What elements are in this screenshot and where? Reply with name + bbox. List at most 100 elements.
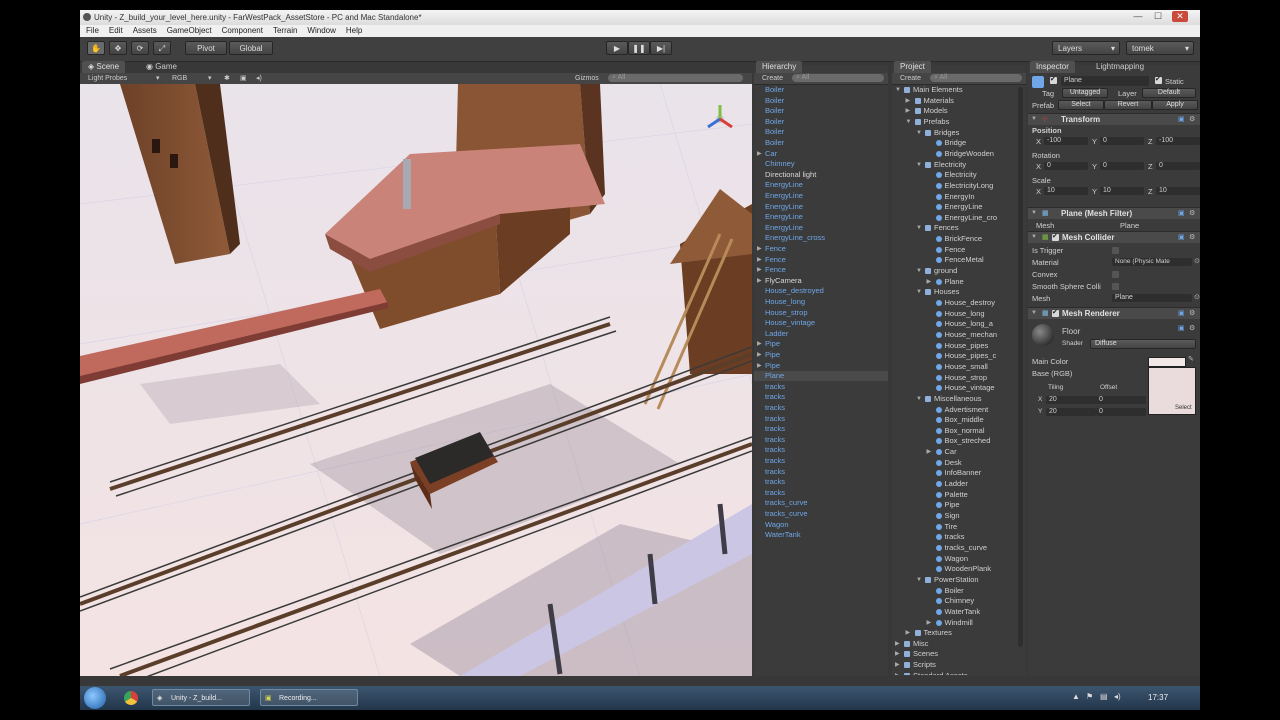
project-folder[interactable]: Materials [914, 96, 954, 106]
hierarchy-item[interactable]: House_long [765, 297, 805, 307]
project-asset[interactable]: Palette [935, 490, 968, 500]
hierarchy-item[interactable]: tracks [765, 424, 785, 434]
hierarchy-item[interactable]: tracks [765, 382, 785, 392]
offset-x-field[interactable]: 0 [1096, 396, 1146, 404]
project-asset[interactable]: WoodenPlank [935, 564, 991, 574]
expand-arrow-icon[interactable]: ▶ [757, 361, 763, 371]
project-asset[interactable]: Pipe [935, 500, 960, 510]
maximize-button[interactable]: ☐ [1150, 11, 1166, 22]
layers-dropdown[interactable]: Layers ▾ [1052, 41, 1120, 55]
project-asset[interactable]: Desk [935, 458, 962, 468]
expand-arrow-icon[interactable]: ▶ [895, 671, 900, 675]
project-create-button[interactable]: Create [900, 73, 921, 84]
project-folder[interactable]: Textures [914, 628, 952, 638]
tab-hierarchy[interactable]: Hierarchy [756, 61, 803, 73]
expand-arrow-icon[interactable]: ▶ [757, 244, 763, 254]
hierarchy-search-input[interactable]: ⌕ All [792, 74, 884, 82]
expand-arrow-icon[interactable]: ▶ [906, 106, 911, 116]
hierarchy-item[interactable]: House_strop [765, 308, 808, 318]
gear-icon[interactable]: ⚙ [1189, 309, 1195, 317]
project-asset[interactable]: Wagon [935, 554, 968, 564]
hierarchy-item[interactable]: tracks [765, 445, 785, 455]
project-asset[interactable]: InfoBanner [935, 468, 981, 478]
project-folder[interactable]: Standard Assets [904, 671, 968, 675]
expand-arrow-icon[interactable]: ▶ [757, 265, 763, 275]
project-asset[interactable]: House_vintage [935, 383, 995, 393]
menu-terrain[interactable]: Terrain [273, 26, 297, 35]
prefab-apply-button[interactable]: Apply [1152, 100, 1198, 110]
hierarchy-item[interactable]: tracks [765, 392, 785, 402]
project-asset[interactable]: Advertisment [935, 405, 988, 415]
hierarchy-item[interactable]: Boiler [765, 96, 784, 106]
project-folder[interactable]: ground [925, 266, 957, 276]
project-folder[interactable]: Houses [925, 287, 959, 297]
taskbar-recording-window[interactable]: ▣ Recording... [260, 689, 358, 706]
hierarchy-item[interactable]: EnergyLine [765, 223, 803, 233]
project-asset[interactable]: House_small [935, 362, 988, 372]
scale-tool-button[interactable]: ⤢ [153, 41, 171, 55]
menu-gameobject[interactable]: GameObject [167, 26, 212, 35]
pause-button[interactable]: ❚❚ [628, 41, 650, 55]
hierarchy-item[interactable]: Boiler [765, 138, 784, 148]
base-texture-slot[interactable]: Select [1148, 367, 1196, 415]
mesh-filter-header[interactable]: ▼ ▦ Plane (Mesh Filter) ▣ ⚙ [1028, 207, 1200, 219]
expand-arrow-icon[interactable]: ▶ [927, 618, 932, 628]
hierarchy-item[interactable]: Wagon [765, 520, 789, 530]
hierarchy-item[interactable]: Boiler [765, 106, 784, 116]
hierarchy-item[interactable]: Car [765, 149, 777, 159]
project-asset[interactable]: House_long_a [935, 319, 993, 329]
taskbar-unity-window[interactable]: ◈ Unity - Z_build... [152, 689, 250, 706]
is-trigger-checkbox[interactable] [1112, 247, 1119, 254]
project-asset[interactable]: Box_middle [935, 415, 984, 425]
collapse-arrow-icon[interactable]: ▼ [895, 85, 901, 95]
collapse-arrow-icon[interactable]: ▼ [906, 117, 912, 127]
gear-icon[interactable]: ⚙ [1189, 115, 1195, 123]
project-asset[interactable]: House_strop [935, 373, 987, 383]
scene-search-input[interactable]: ⌕ All [608, 74, 743, 82]
play-button[interactable]: ▶ [606, 41, 628, 55]
flag-icon[interactable]: ⚑ [1086, 692, 1093, 701]
project-asset[interactable]: House_pipes_c [935, 351, 996, 361]
object-picker-icon[interactable]: ⊙ [1194, 293, 1200, 301]
menu-edit[interactable]: Edit [109, 26, 123, 35]
collapse-arrow-icon[interactable]: ▼ [916, 160, 922, 170]
menu-help[interactable]: Help [346, 26, 362, 35]
project-folder[interactable]: Models [914, 106, 948, 116]
hierarchy-item[interactable]: tracks [765, 414, 785, 424]
project-scrollbar[interactable] [1018, 87, 1023, 647]
active-checkbox[interactable] [1050, 75, 1057, 84]
project-asset[interactable]: tracks [935, 532, 965, 542]
project-folder[interactable]: Prefabs [914, 117, 949, 127]
hierarchy-item[interactable]: House_destroyed [765, 286, 824, 296]
project-asset[interactable]: Windmill [935, 618, 973, 628]
project-asset[interactable]: EnergyLine [935, 202, 982, 212]
collapse-arrow-icon[interactable]: ▼ [916, 287, 922, 297]
close-button[interactable]: ✕ [1172, 11, 1188, 22]
static-checkbox[interactable] [1155, 75, 1162, 84]
project-asset[interactable]: Chimney [935, 596, 974, 606]
project-asset[interactable]: Sign [935, 511, 960, 521]
help-icon[interactable]: ▣ [1178, 309, 1185, 317]
help-icon[interactable]: ▣ [1178, 209, 1185, 217]
pos-y-field[interactable]: 0 [1100, 137, 1144, 145]
lighting-toggle-icon[interactable]: ✱ [224, 73, 230, 84]
project-asset[interactable]: Plane [935, 277, 964, 287]
hierarchy-item[interactable]: Pipe [765, 350, 780, 360]
convex-checkbox[interactable] [1112, 271, 1119, 278]
project-asset[interactable]: Boiler [935, 586, 964, 596]
project-asset[interactable]: Car [935, 447, 957, 457]
expand-arrow-icon[interactable]: ▶ [927, 277, 932, 287]
project-asset[interactable]: House_destroy [935, 298, 995, 308]
project-asset[interactable]: Tire [935, 522, 957, 532]
transform-header[interactable]: ▼ ⊹ Transform ▣ ⚙ [1028, 113, 1200, 125]
project-folder[interactable]: Scenes [904, 649, 938, 659]
collapse-arrow-icon[interactable]: ▼ [916, 266, 922, 276]
rot-x-field[interactable]: 0 [1044, 162, 1088, 170]
project-folder[interactable]: Main Elements [904, 85, 963, 95]
minimize-button[interactable]: — [1130, 11, 1146, 22]
hierarchy-create-button[interactable]: Create [762, 73, 783, 84]
hierarchy-item[interactable]: tracks_curve [765, 509, 808, 519]
hierarchy-item[interactable]: Pipe [765, 361, 780, 371]
project-folder[interactable]: Bridges [925, 128, 959, 138]
help-icon[interactable]: ▣ [1178, 115, 1185, 123]
